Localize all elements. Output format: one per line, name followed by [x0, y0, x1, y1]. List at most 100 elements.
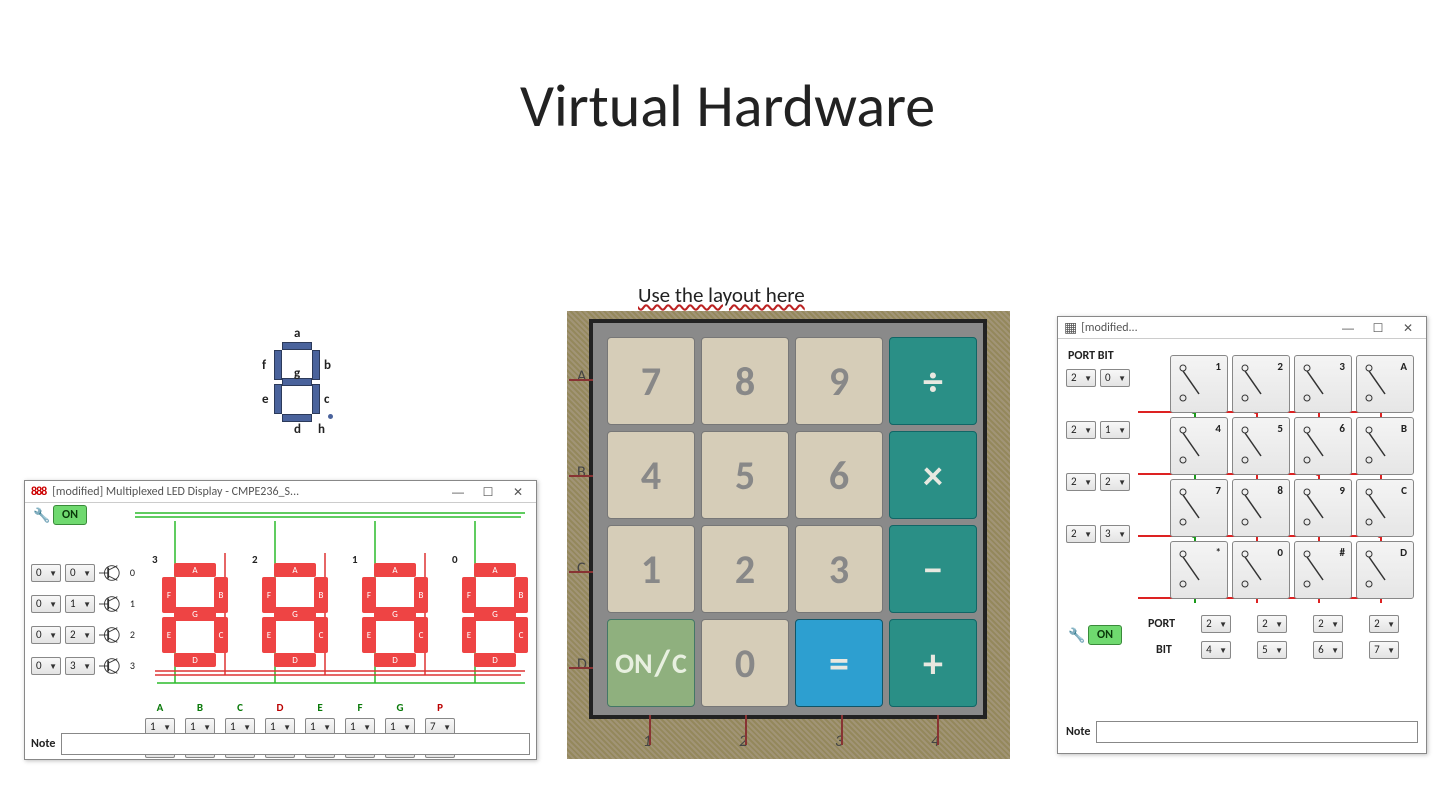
maximize-button[interactable]: ☐ — [1366, 321, 1390, 335]
minimize-button[interactable]: — — [1336, 321, 1360, 335]
segment-E: E — [462, 617, 476, 653]
row-port-1[interactable]: 0 — [31, 595, 61, 613]
matrix-key-label: 2 — [1277, 360, 1283, 373]
mx-row-bit-2[interactable]: 2 — [1100, 473, 1130, 491]
digit-index: 1 — [352, 553, 358, 566]
keypad-key-1-3[interactable]: × — [889, 431, 977, 519]
row-index-label: 3 — [125, 659, 135, 672]
matrix-key-3-0[interactable]: * — [1170, 541, 1228, 599]
col-bit-1[interactable]: 5 — [1257, 641, 1287, 659]
matrix-key-0-0[interactable]: 1 — [1170, 355, 1228, 413]
switch-icon — [1175, 422, 1215, 468]
matrix-key-0-1[interactable]: 2 — [1232, 355, 1290, 413]
matrix-key-label: 9 — [1339, 484, 1345, 497]
note-input[interactable] — [1096, 721, 1418, 743]
keypad-matrix-window: ▦ [modified... — ☐ ✕ PORT BIT 20212223 1… — [1057, 316, 1427, 754]
matrix-key-label: 8 — [1277, 484, 1283, 497]
segment-A: A — [474, 563, 516, 577]
transistor-icon — [99, 593, 121, 615]
keypad-key-1-2[interactable]: 6 — [795, 431, 883, 519]
segment-E: E — [162, 617, 176, 653]
keypad-key-0-0[interactable]: 7 — [607, 337, 695, 425]
keypad-key-1-0[interactable]: 4 — [607, 431, 695, 519]
row-port-3[interactable]: 0 — [31, 657, 61, 675]
mx-row-port-3[interactable]: 2 — [1066, 525, 1096, 543]
matrix-key-1-2[interactable]: 6 — [1294, 417, 1352, 475]
note-input[interactable] — [61, 733, 530, 755]
legend-f: f — [262, 358, 266, 373]
page-title: Virtual Hardware — [0, 70, 1455, 143]
matrix-key-3-3[interactable]: D — [1356, 541, 1414, 599]
col-port-3[interactable]: 2 — [1369, 615, 1399, 633]
mx-row-port-2[interactable]: 2 — [1066, 473, 1096, 491]
keypad-key-3-2[interactable]: = — [795, 619, 883, 707]
matrix-key-label: C — [1401, 484, 1407, 497]
transistor-icon — [99, 655, 121, 677]
keypad-key-3-1[interactable]: 0 — [701, 619, 789, 707]
row-index-label: 0 — [125, 566, 135, 579]
digit-index: 3 — [152, 553, 158, 566]
matrix-key-1-3[interactable]: B — [1356, 417, 1414, 475]
row-bit-2[interactable]: 2 — [65, 626, 95, 644]
transistor-icon — [99, 562, 121, 584]
row-bit-3[interactable]: 3 — [65, 657, 95, 675]
row-port-2[interactable]: 0 — [31, 626, 61, 644]
matrix-key-2-3[interactable]: C — [1356, 479, 1414, 537]
legend-b: b — [324, 358, 331, 373]
close-button[interactable]: ✕ — [1396, 321, 1420, 335]
row-label-b: B — [577, 463, 586, 482]
col-port-1[interactable]: 2 — [1257, 615, 1287, 633]
segment-C: C — [314, 617, 328, 653]
keypad-key-1-1[interactable]: 5 — [701, 431, 789, 519]
col-bit-3[interactable]: 7 — [1369, 641, 1399, 659]
row-label-c: C — [577, 559, 586, 578]
keypad-key-2-3[interactable]: − — [889, 525, 977, 613]
switch-icon — [1237, 422, 1277, 468]
segment-E: E — [262, 617, 276, 653]
keypad-key-0-2[interactable]: 9 — [795, 337, 883, 425]
minimize-button[interactable]: — — [446, 485, 470, 499]
matrix-key-0-2[interactable]: 3 — [1294, 355, 1352, 413]
note-label: Note — [1066, 725, 1090, 739]
col-bit-2[interactable]: 6 — [1313, 641, 1343, 659]
segment-C: C — [214, 617, 228, 653]
keypad-key-2-1[interactable]: 2 — [701, 525, 789, 613]
segment-G: G — [374, 607, 416, 621]
mx-row-port-1[interactable]: 2 — [1066, 421, 1096, 439]
on-button[interactable]: ON — [1088, 625, 1122, 645]
col-port-0[interactable]: 2 — [1201, 615, 1231, 633]
matrix-key-2-0[interactable]: 7 — [1170, 479, 1228, 537]
row-bit-1[interactable]: 1 — [65, 595, 95, 613]
mx-row-port-0[interactable]: 2 — [1066, 369, 1096, 387]
segment-D: D — [274, 653, 316, 667]
col-bit-0[interactable]: 4 — [1201, 641, 1231, 659]
matrix-key-2-1[interactable]: 8 — [1232, 479, 1290, 537]
matrix-key-label: # — [1340, 546, 1345, 559]
mx-row-bit-1[interactable]: 1 — [1100, 421, 1130, 439]
maximize-button[interactable]: ☐ — [476, 485, 500, 499]
matrix-key-3-2[interactable]: # — [1294, 541, 1352, 599]
legend-g: g — [294, 366, 300, 381]
row-bit-0[interactable]: 0 — [65, 564, 95, 582]
keypad-key-2-0[interactable]: 1 — [607, 525, 695, 613]
row-port-0[interactable]: 0 — [31, 564, 61, 582]
close-button[interactable]: ✕ — [506, 485, 530, 499]
matrix-key-2-2[interactable]: 9 — [1294, 479, 1352, 537]
wrench-icon[interactable]: 🔧 — [1068, 627, 1085, 644]
keypad-key-2-2[interactable]: 3 — [795, 525, 883, 613]
mx-row-bit-0[interactable]: 0 — [1100, 369, 1130, 387]
keypad-key-3-0[interactable]: ON/C — [607, 619, 695, 707]
mx-row-bit-3[interactable]: 3 — [1100, 525, 1130, 543]
matrix-key-1-1[interactable]: 5 — [1232, 417, 1290, 475]
keypad-key-0-3[interactable]: ÷ — [889, 337, 977, 425]
matrix-key-label: 3 — [1339, 360, 1345, 373]
matrix-key-0-3[interactable]: A — [1356, 355, 1414, 413]
switch-icon — [1299, 546, 1339, 592]
col-port-2[interactable]: 2 — [1313, 615, 1343, 633]
segment-G: G — [274, 607, 316, 621]
keypad-key-0-1[interactable]: 8 — [701, 337, 789, 425]
matrix-key-3-1[interactable]: 0 — [1232, 541, 1290, 599]
matrix-key-1-0[interactable]: 4 — [1170, 417, 1228, 475]
keypad-key-3-3[interactable]: + — [889, 619, 977, 707]
seven-segment-legend: a b c d e f g h — [258, 332, 348, 442]
